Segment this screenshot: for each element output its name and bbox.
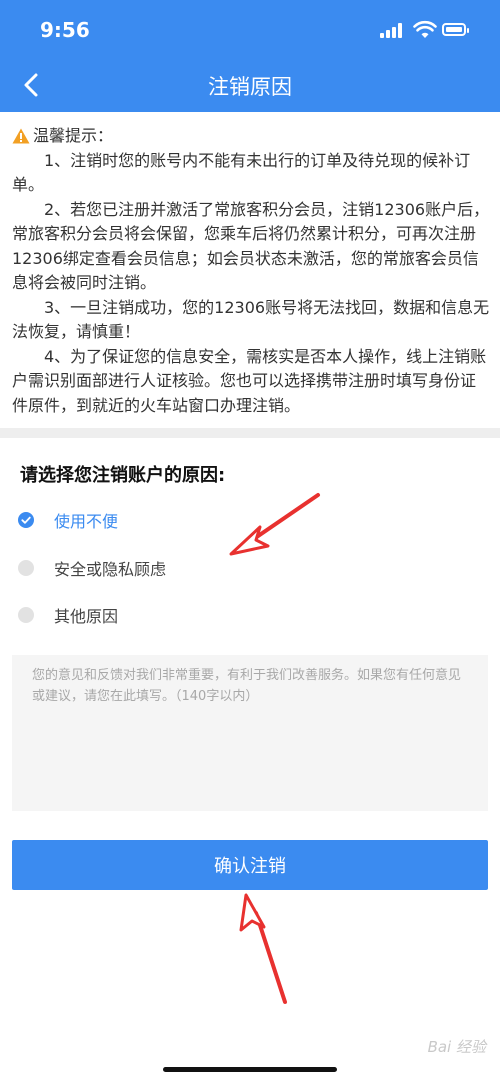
arrow-upper-icon bbox=[229, 493, 320, 556]
reason-option-inconvenient[interactable]: 使用不便 bbox=[18, 505, 118, 535]
notice-title: 温馨提示： bbox=[33, 126, 114, 145]
reason-option-other[interactable]: 其他原因 bbox=[18, 600, 118, 630]
radio-unchecked-icon[interactable] bbox=[18, 560, 34, 576]
warning-icon bbox=[12, 128, 30, 144]
notice-paragraph: 4、为了保证您的信息安全，需核实是否本人操作，线上注销账户需识别面部进行人证核验… bbox=[12, 346, 487, 415]
reason-option-label: 使用不便 bbox=[54, 512, 119, 531]
status-bar: 9:56 bbox=[0, 0, 500, 58]
arrow-lower-icon bbox=[239, 893, 287, 1004]
page-title: 注销原因 bbox=[208, 75, 292, 99]
confirm-cancel-account-button[interactable]: 确认注销 bbox=[12, 840, 488, 890]
notice-header: 温馨提示： bbox=[12, 124, 490, 149]
status-time: 9:56 bbox=[40, 18, 90, 42]
notice-paragraph: 3、一旦注销成功，您的12306账号将无法找回，数据和信息无法恢复，请慎重！ bbox=[12, 297, 490, 342]
notice-section: 温馨提示： 1、注销时您的账号内不能有未出行的订单及待兑现的候补订单。 2、若您… bbox=[12, 124, 490, 418]
reason-heading: 请选择您注销账户的原因: bbox=[20, 465, 226, 486]
section-divider bbox=[0, 428, 500, 438]
app-header: 9:56 注销原因 bbox=[0, 0, 500, 112]
signal-icon bbox=[380, 22, 406, 38]
reason-option-label: 安全或隐私顾虑 bbox=[54, 560, 167, 579]
battery-icon bbox=[442, 23, 469, 36]
reason-option-privacy[interactable]: 安全或隐私顾虑 bbox=[18, 553, 166, 583]
wifi-icon bbox=[413, 20, 437, 38]
home-indicator[interactable] bbox=[163, 1067, 337, 1072]
radio-checked-icon[interactable] bbox=[18, 512, 34, 528]
reason-option-label: 其他原因 bbox=[54, 607, 119, 626]
feedback-placeholder: 您的意见和反馈对我们非常重要，有利于我们改善服务。如果您有任何意见或建议，请您在… bbox=[32, 668, 462, 704]
notice-paragraph: 2、若您已注册并激活了常旅客积分会员，注销12306账户后，常旅客积分会员将会保… bbox=[12, 199, 490, 293]
radio-unchecked-icon[interactable] bbox=[18, 607, 34, 623]
status-icons bbox=[380, 20, 470, 42]
nav-bar: 注销原因 bbox=[0, 58, 500, 112]
watermark: Bai 经验 bbox=[427, 1038, 486, 1056]
feedback-textarea[interactable]: 您的意见和反馈对我们非常重要，有利于我们改善服务。如果您有任何意见或建议，请您在… bbox=[12, 655, 488, 811]
notice-paragraph: 1、注销时您的账号内不能有未出行的订单及待兑现的候补订单。 bbox=[12, 150, 471, 195]
